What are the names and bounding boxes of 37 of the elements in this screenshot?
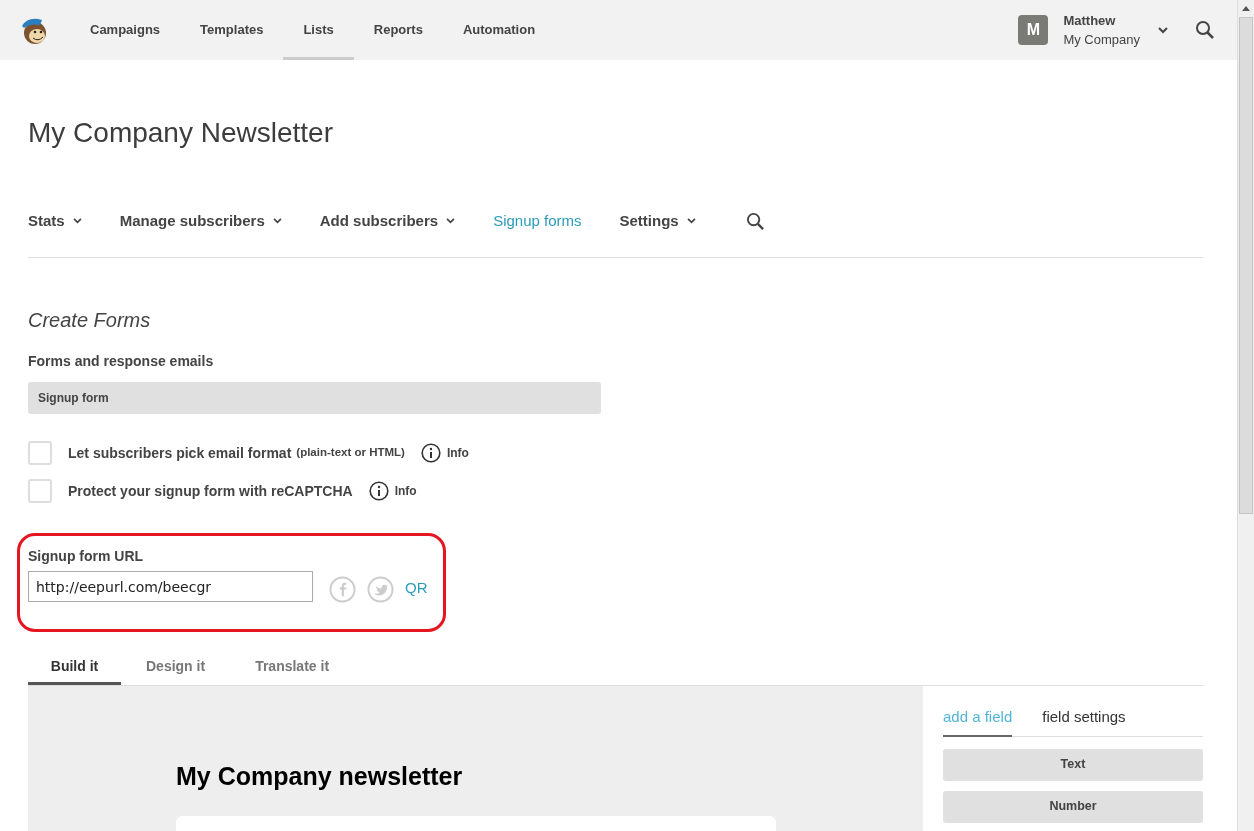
chevron-down-icon[interactable]: [1158, 26, 1168, 34]
field-label: Forms and response emails: [28, 352, 215, 371]
info-icon[interactable]: [420, 443, 441, 463]
nav-tab[interactable]: Campaigns: [70, 0, 181, 60]
avatar[interactable]: M: [1018, 15, 1049, 45]
sub-nav-tab[interactable]: Add subscribers: [319, 209, 456, 233]
field-type-button[interactable]: Text: [943, 748, 1203, 781]
nav-tab[interactable]: Reports: [353, 0, 443, 60]
panel-tab[interactable]: field settings: [1042, 706, 1126, 736]
sub-nav-tab[interactable]: Manage subscribers: [119, 209, 282, 233]
sub-nav-tab[interactable]: Settings: [619, 209, 696, 233]
nav-tab[interactable]: Automation: [442, 0, 556, 60]
option-label: Protect your signup form with reCAPTCHA: [68, 481, 353, 501]
company-name: My Company: [1063, 31, 1140, 49]
url-field[interactable]: http://eepurl.com/beecgr: [28, 571, 313, 602]
info-link[interactable]: Info: [394, 482, 417, 500]
builder-tab[interactable]: Translate it: [230, 648, 355, 685]
nav-tab[interactable]: Lists: [283, 0, 354, 60]
scroll-thumb[interactable]: [1239, 17, 1253, 514]
info-link[interactable]: Info: [446, 444, 469, 462]
field-type-button[interactable]: Number: [943, 790, 1203, 823]
section-title: Create Forms: [28, 308, 152, 333]
nav-tab[interactable]: Templates: [180, 0, 284, 60]
option-label: Let subscribers pick email format: [68, 443, 292, 463]
form-title: My Company newsletter: [176, 761, 464, 792]
form-select[interactable]: Signup form: [28, 382, 601, 414]
checkbox[interactable]: [28, 441, 52, 465]
page-title: My Company Newsletter: [28, 116, 334, 150]
search-icon[interactable]: [745, 211, 765, 231]
sub-nav-tab[interactable]: Stats: [28, 209, 82, 233]
builder-tab[interactable]: Design it: [121, 648, 231, 685]
info-icon[interactable]: [368, 481, 389, 501]
user-name: Matthew: [1063, 12, 1117, 30]
search-icon[interactable]: [1195, 20, 1215, 40]
field-label: Signup form URL: [28, 547, 145, 565]
option-note: (plain-text or HTML): [296, 445, 405, 461]
checkbox[interactable]: [28, 479, 52, 503]
